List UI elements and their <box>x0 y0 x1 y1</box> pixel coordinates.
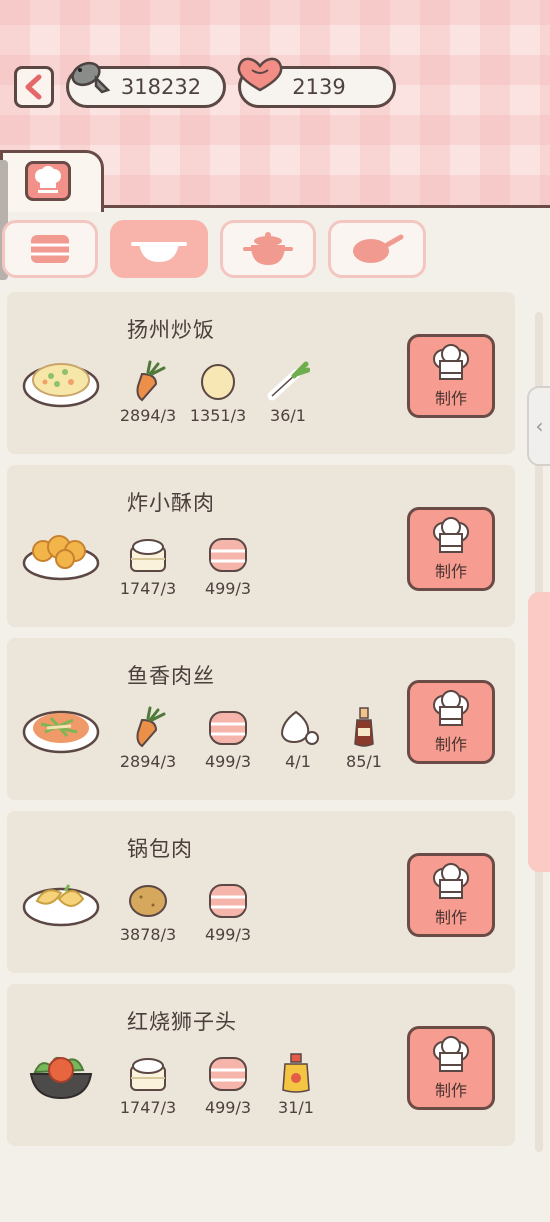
dish-name: 炸小酥肉 <box>127 491 215 515</box>
recipe-card: 红烧狮子头 1747/3 499/3 31/1 制作 <box>7 984 515 1146</box>
make-button[interactable]: 制作 <box>407 507 495 591</box>
recipe-card: 鱼香肉丝 2894/3 499/3 4/1 85/1 制作 <box>7 638 515 800</box>
flour-icon <box>130 1058 166 1091</box>
make-button-label: 制作 <box>434 908 467 927</box>
fried-rice-dish-icon <box>22 363 100 408</box>
ingredient-count: 3878/3 <box>119 925 177 944</box>
soy-sauce-icon <box>354 707 374 747</box>
garlic-icon <box>280 710 319 745</box>
recipe-card: 扬州炒饭 2894/3 1351/3 36/1 制作 <box>7 292 515 454</box>
ingredient-count: 499/3 <box>204 579 252 598</box>
category-tab-steamer[interactable] <box>2 220 98 278</box>
make-button[interactable]: 制作 <box>407 1026 495 1110</box>
ingredient-slot: 4/1 <box>265 706 331 771</box>
heart-currency-value: 2139 <box>292 75 346 99</box>
egg-icon <box>201 364 235 400</box>
dish-name: 锅包肉 <box>127 837 193 861</box>
category-tab-pot[interactable] <box>220 220 316 278</box>
ingredient-count: 499/3 <box>204 1098 252 1117</box>
pork-icon <box>209 884 247 918</box>
ingredient-slot: 1351/3 <box>185 360 251 425</box>
ingredient-count: 1747/3 <box>119 579 177 598</box>
scrollbar-thumb[interactable] <box>528 592 550 872</box>
dish-name: 鱼香肉丝 <box>127 664 215 688</box>
chef-hat-icon <box>433 344 469 380</box>
wok-icon <box>131 242 187 262</box>
carrot-icon <box>136 706 166 748</box>
make-button-label: 制作 <box>434 562 467 581</box>
recipe-card: 炸小酥肉 1747/3 499/3 制作 <box>7 465 515 627</box>
back-arrow-icon <box>25 74 42 100</box>
ingredient-count: 499/3 <box>204 752 252 771</box>
make-button[interactable]: 制作 <box>407 853 495 937</box>
recipe-book-icon <box>25 161 71 201</box>
make-button-label: 制作 <box>434 389 467 408</box>
ingredient-count: 4/1 <box>285 752 311 771</box>
heart-icon <box>237 57 283 92</box>
frying-pan-icon <box>353 234 404 263</box>
fish-icon <box>71 61 111 94</box>
carrot-icon <box>136 360 166 402</box>
recipe-book-tab[interactable] <box>0 150 104 212</box>
ingredient-slot: 31/1 <box>263 1052 329 1117</box>
fish-currency-value: 318232 <box>120 75 202 99</box>
ingredient-slot: 2894/3 <box>115 360 181 425</box>
flour-icon <box>130 539 166 572</box>
ingredient-count: 1351/3 <box>189 406 247 425</box>
ingredient-slot: 499/3 <box>195 706 261 771</box>
braised-meatball-dish-icon <box>29 1056 93 1100</box>
ingredient-count: 499/3 <box>204 925 252 944</box>
ingredient-slot: 499/3 <box>195 1052 261 1117</box>
recipe-card: 锅包肉 3878/3 499/3 制作 <box>7 811 515 973</box>
dish-name: 扬州炒饭 <box>127 318 215 342</box>
make-button[interactable]: 制作 <box>407 680 495 764</box>
ingredient-slot: 1747/3 <box>115 533 181 598</box>
ingredient-slot: 1747/3 <box>115 1052 181 1117</box>
dish-name: 红烧狮子头 <box>127 1010 237 1034</box>
scallion-icon <box>267 361 310 401</box>
ingredient-count: 31/1 <box>278 1098 314 1117</box>
category-tab-frying-pan[interactable] <box>328 220 426 278</box>
ingredient-slot: 499/3 <box>195 879 261 944</box>
ingredient-count: 36/1 <box>270 406 306 425</box>
chef-hat-icon <box>433 863 469 899</box>
steamer-icon <box>31 235 69 263</box>
make-button-label: 制作 <box>434 1081 467 1100</box>
ingredient-count: 2894/3 <box>119 406 177 425</box>
ingredient-count: 2894/3 <box>119 752 177 771</box>
pork-icon <box>209 538 247 572</box>
chef-hat-icon <box>433 1036 469 1072</box>
chef-hat-icon <box>433 690 469 726</box>
chevron-left-icon: ‹ <box>535 414 544 438</box>
back-button[interactable] <box>14 66 54 108</box>
pot-icon <box>243 232 293 265</box>
pork-icon <box>209 1057 247 1091</box>
make-button-label: 制作 <box>434 735 467 754</box>
ingredient-slot: 36/1 <box>255 360 321 425</box>
side-drawer-handle[interactable]: ‹ <box>527 386 550 466</box>
potato-icon <box>129 885 167 917</box>
crispy-pork-dish-icon <box>22 535 100 581</box>
oil-icon <box>282 1053 310 1093</box>
ingredient-slot: 499/3 <box>195 533 261 598</box>
chef-hat-icon <box>433 517 469 553</box>
ingredient-count: 1747/3 <box>119 1098 177 1117</box>
ingredient-slot: 3878/3 <box>115 879 181 944</box>
pork-icon <box>209 711 247 745</box>
category-tab-wok[interactable] <box>110 220 208 278</box>
sweet-sour-pork-dish-icon <box>22 884 100 927</box>
make-button[interactable]: 制作 <box>407 334 495 418</box>
ingredient-count: 85/1 <box>346 752 382 771</box>
ingredient-slot: 2894/3 <box>115 706 181 771</box>
shredded-pork-dish-icon <box>22 710 100 754</box>
ingredient-slot: 85/1 <box>331 706 397 771</box>
